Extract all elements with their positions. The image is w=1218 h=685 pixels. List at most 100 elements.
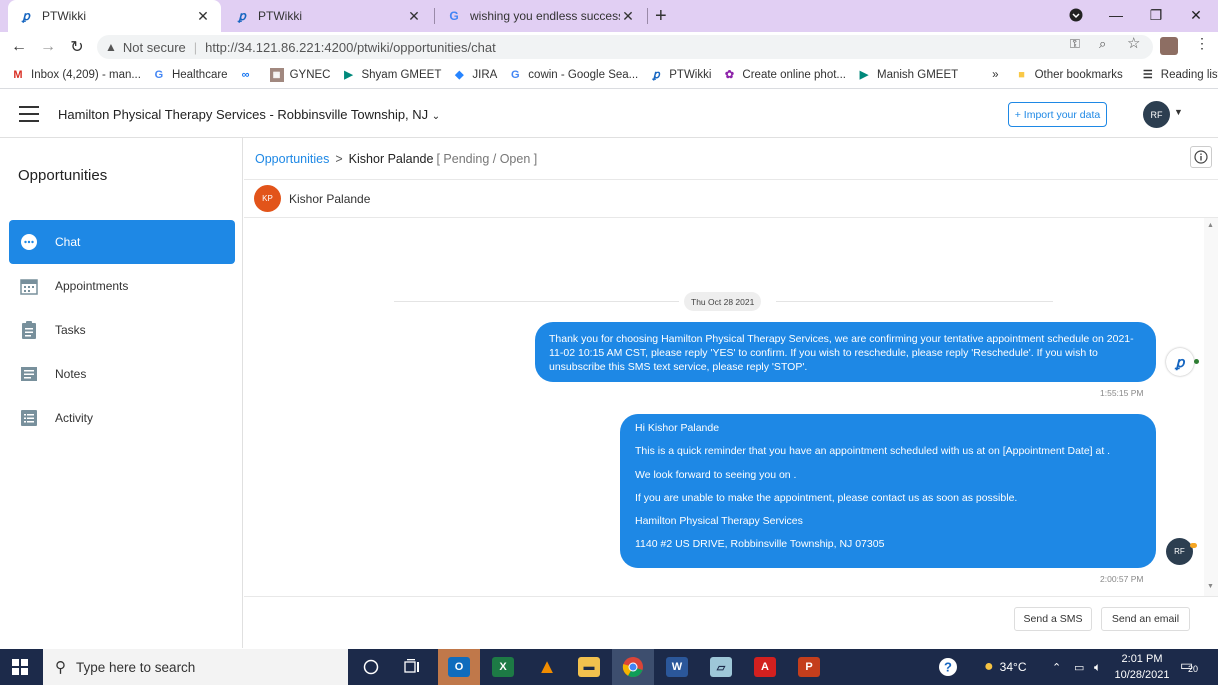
- new-tab-button[interactable]: +: [655, 0, 681, 32]
- sender-avatar: RF: [1166, 538, 1197, 565]
- hamburger-menu-icon[interactable]: [19, 106, 39, 122]
- status-badge: [ Pending / Open ]: [436, 151, 538, 166]
- bookmark-gmail[interactable]: M Inbox (4,209) - man...: [11, 68, 141, 82]
- bookmark-gynec[interactable]: ▦ GYNEC: [269, 67, 330, 82]
- bookmark-photo[interactable]: ✿ Create online phot...: [722, 68, 846, 82]
- close-window-icon[interactable]: ✕: [1176, 0, 1216, 30]
- breadcrumb-opportunities-link[interactable]: Opportunities: [255, 152, 329, 166]
- bookmark-jira[interactable]: ◆ JIRA: [452, 68, 497, 82]
- more-bookmarks-button[interactable]: »: [992, 69, 998, 81]
- excel-icon[interactable]: X: [482, 649, 524, 685]
- scroll-down-icon[interactable]: ▼: [1207, 583, 1214, 590]
- sidebar-item-tasks[interactable]: Tasks: [9, 308, 235, 352]
- bookmark-cowin[interactable]: Gcowin - Google Sea...: [508, 68, 638, 82]
- message-timestamp: 1:55:15 PM: [1100, 388, 1144, 398]
- close-tab-icon[interactable]: ✕: [620, 8, 636, 25]
- ptwikki-agent-icon: ꝑ: [1166, 348, 1199, 376]
- powerpoint-icon[interactable]: P: [788, 649, 830, 685]
- sidebar-item-appointments[interactable]: Appointments: [9, 264, 235, 308]
- forward-icon[interactable]: →: [37, 36, 59, 58]
- tray-chevron-icon[interactable]: ⌃: [1052, 649, 1061, 685]
- profile-avatar[interactable]: [1160, 37, 1178, 55]
- menu-kebab-icon[interactable]: ⋮: [1195, 35, 1209, 52]
- tab-google-search[interactable]: G wishing you endless success - Go ✕: [436, 0, 646, 32]
- svg-text:?: ?: [944, 660, 952, 675]
- taskbar-search[interactable]: ⚲ Type here to search: [43, 649, 348, 685]
- word-icon[interactable]: W: [656, 649, 698, 685]
- address-bar[interactable]: ▲ Not secure | http://34.121.86.221:4200…: [97, 35, 1153, 59]
- bookmark-label: Shyam GMEET: [361, 68, 442, 81]
- url-text[interactable]: http://34.121.86.221:4200/ptwiki/opportu…: [205, 40, 496, 55]
- weather-widget[interactable]: ● 34°C: [984, 649, 1026, 685]
- date-divider: Thu Oct 28 2021: [684, 292, 762, 311]
- bookmark-label: Manish GMEET: [877, 68, 959, 81]
- bookmark-manish-gmeet[interactable]: ▶ Manish GMEET: [857, 68, 958, 82]
- sidebar-item-chat[interactable]: Chat: [9, 220, 235, 264]
- date-divider-line: [394, 301, 679, 302]
- volume-icon[interactable]: 🔈︎: [1094, 649, 1101, 685]
- cortana-icon[interactable]: [350, 649, 392, 685]
- bookmark-meta[interactable]: ∞: [239, 68, 259, 82]
- date-divider-line: [776, 301, 1053, 302]
- chrome-icon[interactable]: [612, 649, 654, 685]
- reading-list[interactable]: ☰ Reading list: [1141, 68, 1218, 82]
- notes-app-icon[interactable]: ▱: [700, 649, 742, 685]
- message-line: Hamilton Physical Therapy Services: [635, 515, 803, 528]
- close-tab-icon[interactable]: ✕: [406, 8, 422, 25]
- bookmark-healthcare[interactable]: G Healthcare: [152, 68, 228, 82]
- windows-start-icon[interactable]: [12, 659, 28, 675]
- message-bubble: Thank you for choosing Hamilton Physical…: [535, 322, 1156, 382]
- bookmarks-bar: M Inbox (4,209) - man... G Healthcare ∞ ▦ G…: [0, 61, 1218, 89]
- help-icon[interactable]: ?: [938, 649, 958, 685]
- chat-thread[interactable]: Thu Oct 28 2021 Thank you for choosing H…: [244, 218, 1204, 596]
- back-icon[interactable]: ←: [8, 36, 30, 58]
- search-placeholder: Type here to search: [76, 659, 196, 675]
- ptwikki-icon: ꝑ: [238, 9, 246, 23]
- import-data-button[interactable]: + Import your data: [1008, 102, 1107, 127]
- other-bookmarks[interactable]: ■ Other bookmarks: [1015, 68, 1123, 82]
- system-clock[interactable]: 2:01 PM 10/28/2021: [1112, 651, 1172, 683]
- meet-icon: ▶: [344, 69, 353, 81]
- send-sms-button[interactable]: Send a SMS: [1014, 607, 1092, 631]
- bookmark-star-icon[interactable]: ☆: [1127, 34, 1140, 52]
- jira-icon: ◆: [455, 69, 464, 81]
- sidebar-item-activity[interactable]: Activity: [9, 396, 235, 440]
- google-icon: G: [511, 68, 520, 81]
- tab-ptwikki-active[interactable]: ꝑ PTWikki ✕: [8, 0, 221, 32]
- send-email-button[interactable]: Send an email: [1101, 607, 1190, 631]
- caret-down-icon[interactable]: ▼: [1174, 107, 1183, 117]
- vlc-icon[interactable]: ▲: [526, 649, 568, 685]
- contact-name[interactable]: Kishor Palande: [289, 192, 370, 206]
- bookmark-shyam-gmeet[interactable]: ▶ Shyam GMEET: [341, 68, 441, 82]
- breadcrumb: Opportunities > Kishor Palande [ Pending…: [244, 138, 1218, 180]
- bookmark-ptwikki[interactable]: ꝑ PTWikki: [649, 68, 712, 82]
- bookmark-label: Create online phot...: [742, 68, 846, 81]
- task-view-icon[interactable]: [392, 649, 434, 685]
- practice-name: Hamilton Physical Therapy Services - Rob…: [58, 107, 429, 122]
- weather-icon: ●: [984, 658, 994, 675]
- user-avatar[interactable]: RF: [1143, 101, 1170, 128]
- chat-scrollbar[interactable]: ▲ ▼: [1204, 218, 1218, 596]
- practice-selector[interactable]: Hamilton Physical Therapy Services - Rob…: [58, 107, 440, 122]
- tab-title: PTWikki: [258, 9, 302, 23]
- notification-center[interactable]: ▭ 20: [1180, 657, 1202, 677]
- tab-ptwikki[interactable]: ꝑ PTWikki ✕: [224, 0, 432, 32]
- zoom-icon[interactable]: ⌕: [1099, 36, 1106, 52]
- close-tab-icon[interactable]: ✕: [195, 8, 211, 25]
- minimize-icon[interactable]: —: [1096, 0, 1136, 30]
- sidebar-item-notes[interactable]: Notes: [9, 352, 235, 396]
- info-icon[interactable]: [1190, 146, 1212, 168]
- restore-icon[interactable]: ❐: [1136, 0, 1176, 30]
- scroll-up-icon[interactable]: ▲: [1207, 222, 1214, 229]
- meta-icon: ∞: [241, 68, 250, 81]
- acrobat-icon[interactable]: A: [744, 649, 786, 685]
- calendar-icon: [19, 276, 39, 296]
- sidebar-item-label: Appointments: [55, 279, 129, 293]
- battery-icon[interactable]: ▭: [1074, 649, 1084, 685]
- key-icon[interactable]: ⚿: [1070, 36, 1080, 52]
- outlook-icon[interactable]: O: [438, 649, 480, 685]
- file-explorer-icon[interactable]: ▬: [568, 649, 610, 685]
- folder-icon: ■: [1018, 68, 1025, 81]
- tab-search-icon[interactable]: [1056, 0, 1096, 30]
- reload-icon[interactable]: ↻: [66, 36, 88, 58]
